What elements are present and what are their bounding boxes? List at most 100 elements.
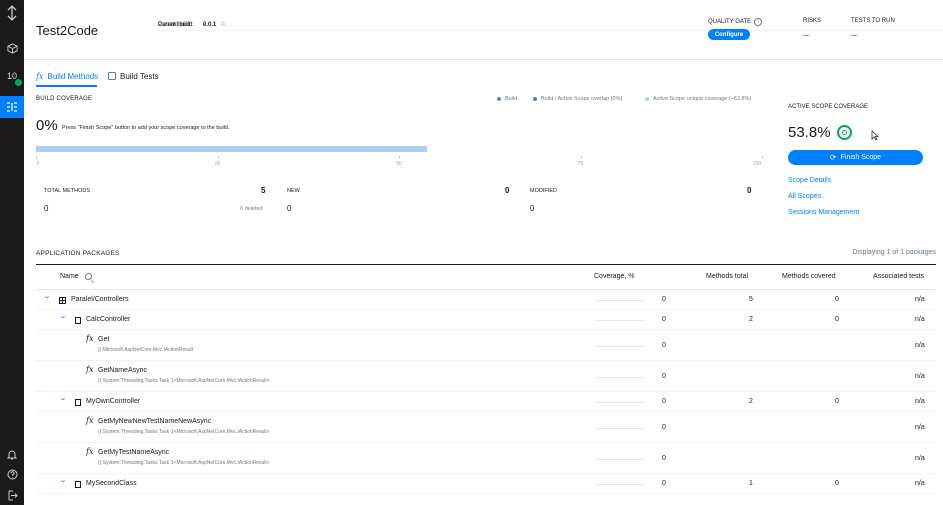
refresh-icon: ⟳ (829, 153, 837, 162)
method-signature: ():Microsoft.AspNetCore.Mvc.IActionResul… (98, 347, 194, 353)
legend-label: Active Scope unique coverage (+53.8%) (653, 96, 752, 102)
parent-build-value: - (203, 21, 205, 28)
new-value: 0 (505, 186, 510, 195)
associated-tests-value: n/a (915, 316, 925, 323)
build-coverage-title: BUILD COVERAGE (36, 96, 93, 102)
help-icon[interactable] (0, 463, 24, 485)
info-icon[interactable]: i (754, 18, 763, 26)
method-name[interactable]: GetMyNewNewTestNameNewAsync (98, 418, 211, 425)
coverage-value: 0 (662, 316, 666, 323)
class-name[interactable]: MyOwnController (86, 398, 140, 405)
class-name[interactable]: MySecondClass (86, 480, 137, 487)
table-row[interactable]: ⌄ Paralel/Controllers 0 5 0 n/a (36, 290, 936, 310)
tests-to-run-label: TESTS TO RUN (851, 18, 895, 24)
table-row[interactable]: ⌄ CalcController 0 2 0 n/a (36, 310, 936, 330)
new-label: NEW (287, 188, 300, 194)
associated-tests-value: n/a (915, 296, 925, 303)
table-row[interactable]: ⌄ MySecondClass 0 1 0 n/a (36, 474, 936, 494)
finish-scope-label: Finish Scope (840, 154, 882, 161)
class-name[interactable]: CalcController (86, 316, 130, 323)
chevron-down-icon[interactable]: ⌄ (59, 476, 67, 484)
total-methods-sub: 0 (44, 204, 49, 213)
test-list-icon (108, 72, 116, 80)
tab-build-tests[interactable]: Build Tests (108, 68, 159, 84)
axis-tick (762, 156, 763, 159)
total-methods-value: 5 (261, 186, 266, 195)
column-header-name-label: Name (60, 273, 79, 280)
axis-tick-label: 0 (36, 161, 40, 167)
coverage-ring-icon (837, 125, 852, 140)
risks[interactable]: RISKS -- (803, 18, 822, 40)
table-row[interactable]: fx GetNameAsync ():System.Threading.Tasks.… (36, 361, 936, 392)
column-header-name[interactable]: Name (60, 273, 92, 280)
total-methods-label: TOTAL METHODS (44, 188, 91, 194)
table-row[interactable]: fx GetMyTestNameAsync ():System.Threading.… (36, 443, 936, 474)
legend-label: Build / Active Scope overlap (0%) (541, 96, 623, 102)
coverage-mini-bar (595, 300, 645, 301)
method-signature: ():System.Threading.Tasks.Task`1<Microso… (98, 460, 270, 466)
coverage-mini-bar (595, 402, 645, 403)
all-scopes-link[interactable]: All Scopes (788, 193, 821, 200)
sessions-management-link[interactable]: Sessions Management (788, 209, 859, 216)
package-name[interactable]: Paralel/Controllers (71, 296, 129, 303)
test2code-plugin-icon[interactable] (0, 96, 24, 118)
method-name[interactable]: GetNameAsync (98, 367, 147, 374)
tests-to-run[interactable]: TESTS TO RUN -- (851, 18, 895, 40)
package-icon (59, 297, 66, 304)
methods-covered-value: 0 (835, 296, 839, 303)
coverage-value: 0 (662, 373, 666, 380)
axis-tick-label: 75 (577, 161, 584, 167)
coverage-value: 0 (662, 424, 666, 431)
coverage-value: 0 (662, 480, 666, 487)
search-icon[interactable] (84, 273, 92, 280)
page-title: Test2Code (36, 23, 99, 38)
finish-scope-button[interactable]: ⟳ Finish Scope (788, 150, 923, 165)
chevron-down-icon[interactable]: ⌄ (59, 394, 67, 402)
logout-icon[interactable] (0, 484, 24, 505)
coverage-value: 0 (662, 296, 666, 303)
axis-tick (217, 156, 219, 159)
coverage-mini-bar (595, 320, 645, 321)
column-header-associated-tests[interactable]: Associated tests (873, 273, 924, 280)
method-name[interactable]: Get (98, 336, 109, 343)
table-top-border (36, 264, 936, 265)
method-name[interactable]: GetMyTestNameAsync (98, 449, 169, 456)
risks-label: RISKS (803, 18, 822, 24)
associated-tests-value: n/a (915, 455, 925, 462)
active-scope-title: ACTIVE SCOPE COVERAGE (788, 104, 869, 110)
axis-tick (36, 156, 37, 159)
method-signature: ():System.Threading.Tasks.Task`1<Microso… (98, 429, 270, 435)
configure-button[interactable]: Configure (708, 29, 750, 40)
coverage-mini-bar (595, 346, 645, 347)
risks-value: -- (803, 30, 809, 40)
cube-icon[interactable] (0, 37, 24, 59)
parent-build-label: Parent build: (158, 21, 192, 28)
column-header-coverage[interactable]: Coverage, % (594, 273, 634, 280)
mouse-cursor-icon (871, 130, 880, 144)
axis-tick (580, 156, 582, 159)
tab-build-methods[interactable]: fx Build Methods (36, 68, 98, 84)
table-row[interactable]: fx GetMyNewNewTestNameNewAsync ():System.T… (36, 412, 936, 443)
function-icon: fx (86, 447, 94, 456)
legend-label: Build (505, 96, 518, 102)
coverage-mini-bar (595, 428, 645, 429)
axis-tick (399, 156, 400, 159)
bell-icon[interactable] (0, 443, 24, 465)
build-number-indicator[interactable]: 10 (0, 64, 24, 88)
coverage-mini-bar (595, 377, 645, 378)
function-icon: fx (86, 365, 94, 374)
column-header-methods-covered[interactable]: Methods covered (782, 273, 836, 280)
legend-build: Build (497, 96, 517, 102)
methods-total-value: 2 (749, 316, 753, 323)
class-icon (75, 317, 81, 324)
chevron-down-icon[interactable]: ⌄ (43, 292, 51, 300)
table-row[interactable]: fx Get ():Microsoft.AspNetCore.Mvc.IAction… (36, 330, 936, 361)
table-row[interactable]: ⌄ MyOwnController 0 2 0 n/a (36, 392, 936, 412)
column-header-methods-total[interactable]: Methods total (706, 273, 748, 280)
associated-tests-value: n/a (915, 342, 925, 349)
build-coverage-percent: 0% (36, 117, 58, 134)
application-packages-title: APPLICATION PACKAGES (36, 250, 120, 257)
chevron-down-icon[interactable]: ⌄ (59, 312, 67, 320)
scope-details-link[interactable]: Scope Details (788, 177, 831, 184)
drill-logo-icon[interactable] (0, 2, 24, 24)
